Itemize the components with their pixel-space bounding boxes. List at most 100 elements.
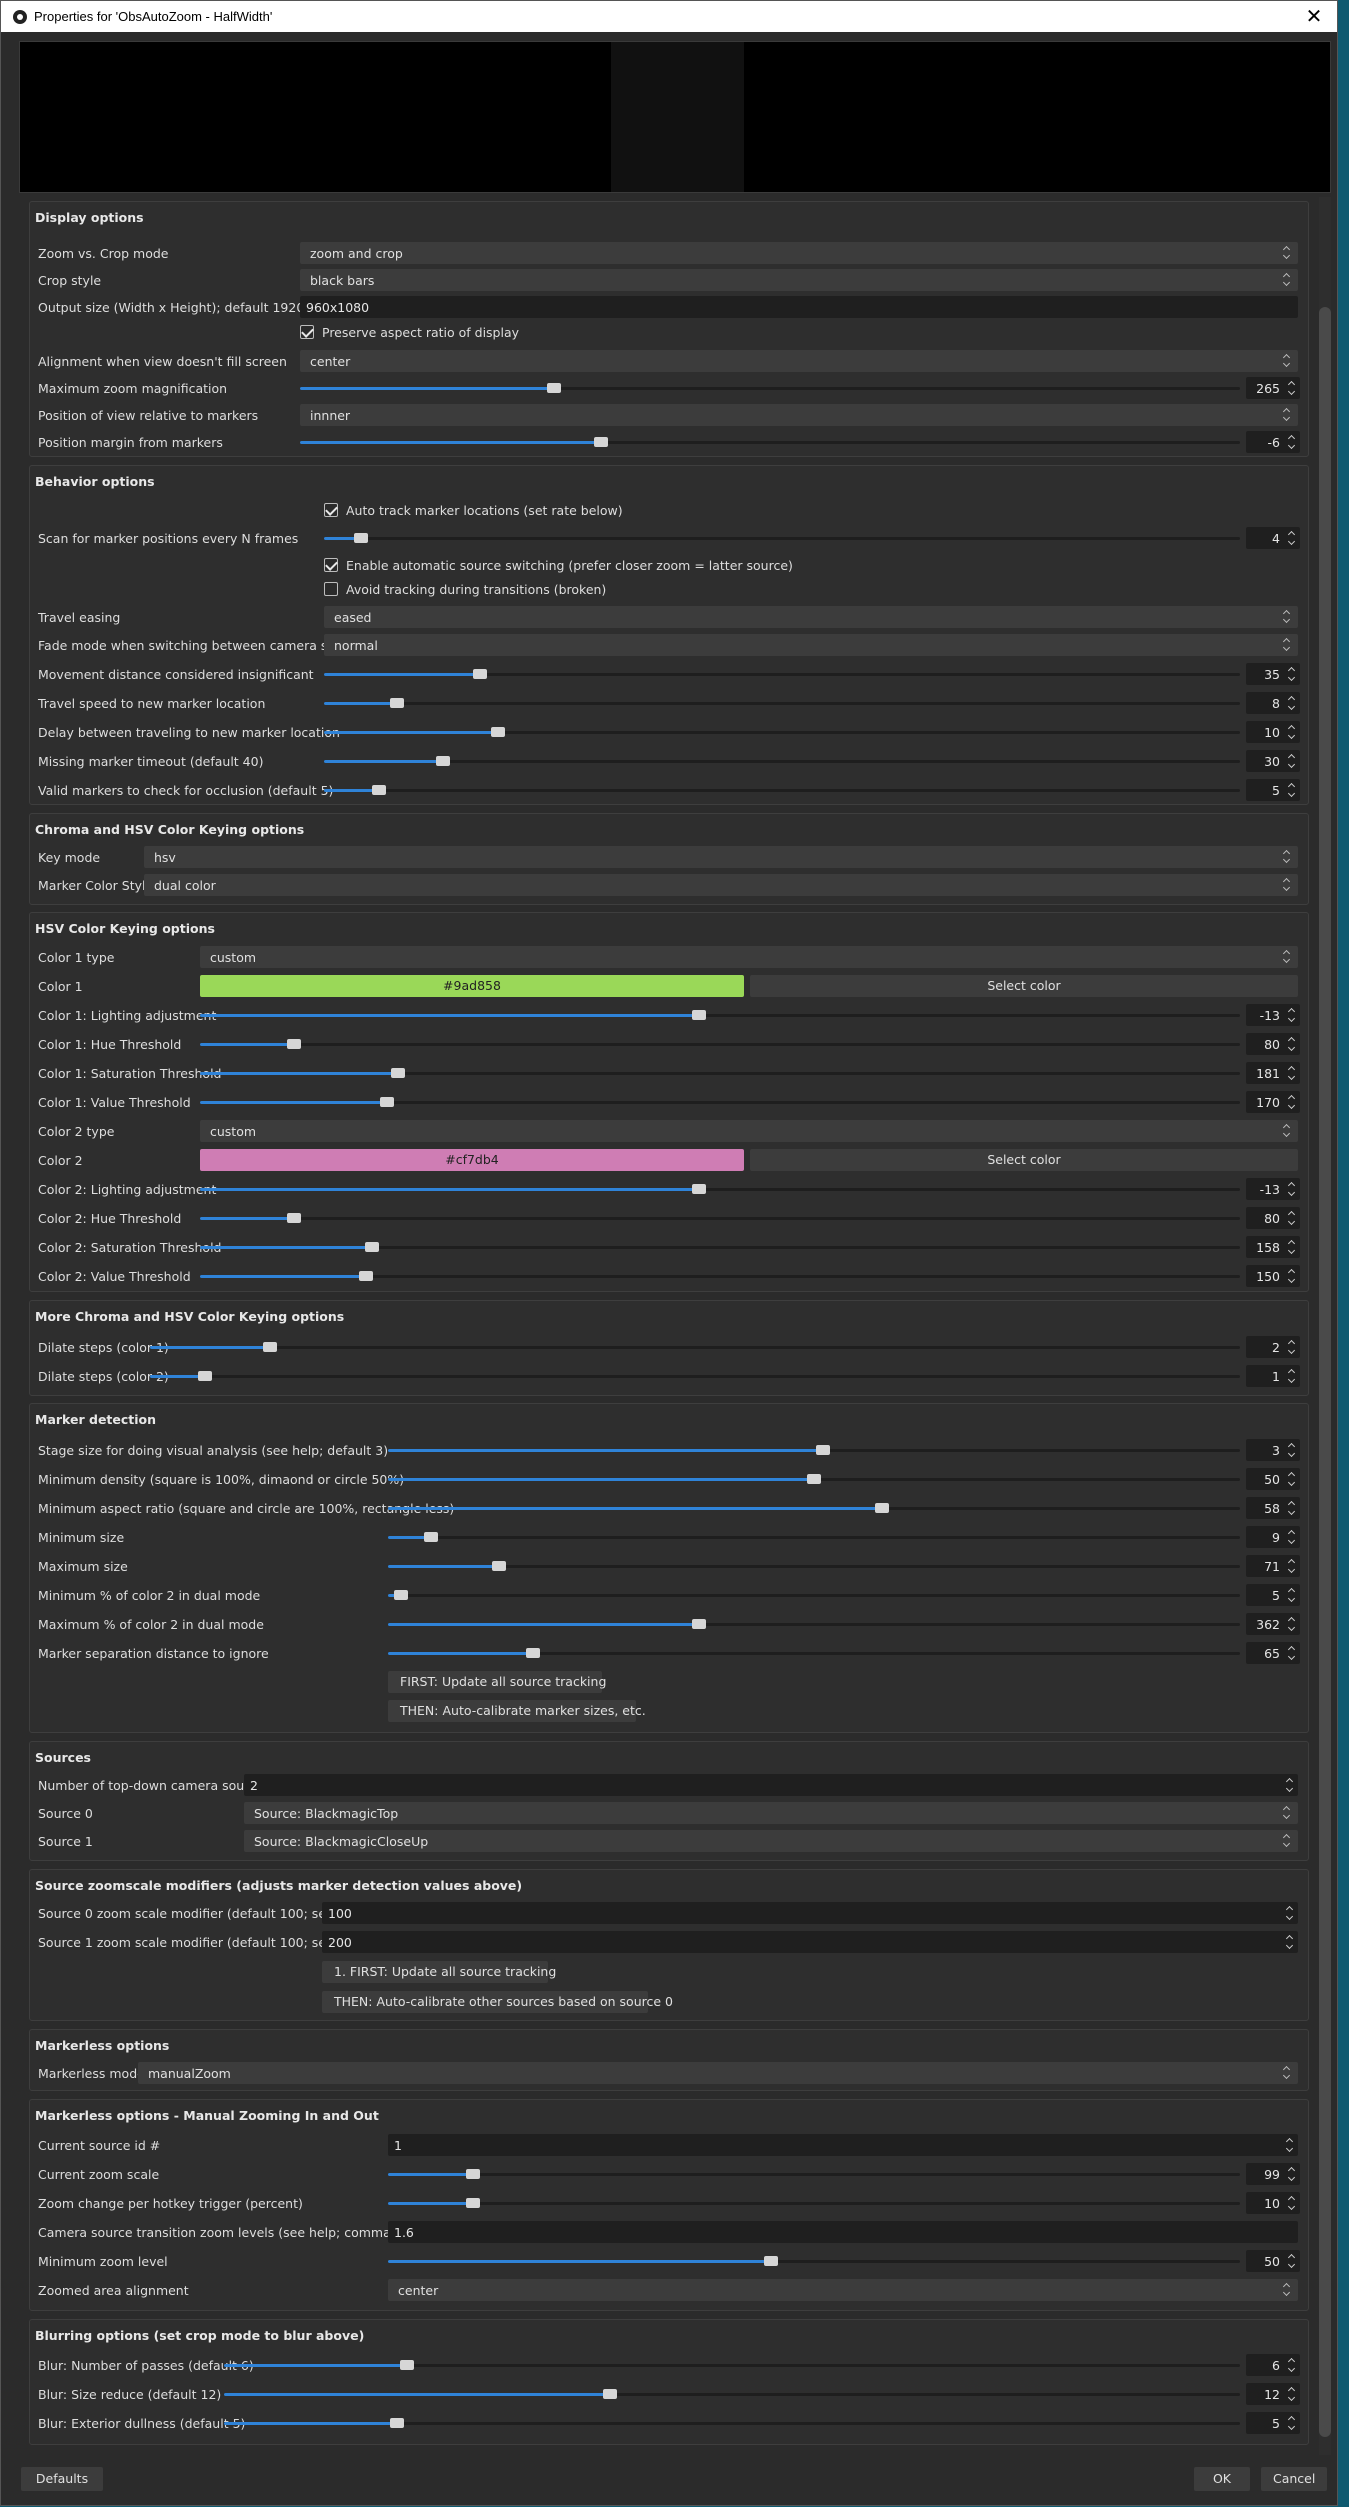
slider-handle[interactable] (359, 1271, 374, 1281)
slider-handle[interactable] (764, 2256, 779, 2266)
zoomed-alignment-select[interactable]: center (388, 2279, 1298, 2301)
travel-speed-spinbox[interactable]: 8 (1246, 692, 1300, 714)
dilate2-spinbox[interactable]: 1 (1246, 1365, 1300, 1387)
chevron-updown-icon[interactable] (1287, 2165, 1297, 2183)
slider-handle[interactable] (466, 2198, 481, 2208)
update-tracking-button[interactable]: FIRST: Update all source tracking (388, 1671, 606, 1693)
slider-handle[interactable] (466, 2169, 481, 2179)
slider-handle[interactable] (525, 1648, 540, 1658)
marker-color-style-select[interactable]: dual color (144, 874, 1298, 896)
source1-zoomscale-spinbox[interactable]: 200 (322, 1931, 1298, 1953)
max-pct-slider[interactable] (388, 1613, 1240, 1635)
slider-handle[interactable] (491, 1561, 506, 1571)
current-zoom-spinbox[interactable]: 99 (1246, 2163, 1300, 2185)
select-color2-button[interactable]: Select color (750, 1149, 1298, 1171)
slider-handle[interactable] (603, 2389, 618, 2399)
slider-handle[interactable] (692, 1184, 707, 1194)
slider-handle[interactable] (197, 1371, 212, 1381)
slider-handle[interactable] (692, 1010, 707, 1020)
chevron-updown-icon[interactable] (1287, 529, 1297, 547)
min-zoom-slider[interactable] (388, 2250, 1240, 2272)
slider-handle[interactable] (262, 1342, 277, 1352)
slider-handle[interactable] (546, 383, 561, 393)
slider-handle[interactable] (593, 437, 608, 447)
chevron-updown-icon[interactable] (1287, 1093, 1297, 1111)
chevron-updown-icon[interactable] (1287, 1499, 1297, 1517)
chevron-updown-icon[interactable] (1285, 2136, 1295, 2154)
properties-scroll-area[interactable]: Display options Zoom vs. Crop mode zoom … (19, 197, 1331, 2455)
max-zoom-spinbox[interactable]: 265 (1246, 377, 1300, 399)
checkbox-checked[interactable] (300, 325, 314, 339)
slider-handle[interactable] (436, 756, 451, 766)
slider-handle[interactable] (389, 2418, 404, 2428)
chevron-updown-icon[interactable] (1287, 1367, 1297, 1385)
max-zoom-slider[interactable] (300, 377, 1240, 399)
chevron-updown-icon[interactable] (1287, 752, 1297, 770)
defaults-button[interactable]: Defaults (21, 2467, 103, 2491)
min-pct-spinbox[interactable]: 5 (1246, 1584, 1300, 1606)
chevron-updown-icon[interactable] (1287, 1238, 1297, 1256)
chevron-updown-icon[interactable] (1287, 2414, 1297, 2432)
key-mode-select[interactable]: hsv (144, 846, 1298, 868)
slider-handle[interactable] (472, 669, 487, 679)
hotkey-zoom-slider[interactable] (388, 2192, 1240, 2214)
scrollbar-thumb[interactable] (1319, 307, 1331, 2437)
blur-reduce-slider[interactable] (224, 2383, 1240, 2405)
blur-passes-slider[interactable] (224, 2354, 1240, 2376)
chevron-updown-icon[interactable] (1287, 1557, 1297, 1575)
delay-slider[interactable] (324, 721, 1240, 743)
color2-saturation-slider[interactable] (200, 1236, 1240, 1258)
current-zoom-slider[interactable] (388, 2163, 1240, 2185)
chevron-updown-icon[interactable] (1287, 1528, 1297, 1546)
chevron-updown-icon[interactable] (1285, 1904, 1295, 1922)
chevron-updown-icon[interactable] (1287, 1644, 1297, 1662)
markerless-mode-select[interactable]: manualZoom (138, 2062, 1298, 2084)
missing-timeout-slider[interactable] (324, 750, 1240, 772)
valid-markers-spinbox[interactable]: 5 (1246, 779, 1300, 801)
blur-dullness-spinbox[interactable]: 5 (1246, 2412, 1300, 2434)
chevron-updown-icon[interactable] (1287, 1586, 1297, 1604)
chevron-updown-icon[interactable] (1287, 1338, 1297, 1356)
color1-lighting-slider[interactable] (200, 1004, 1240, 1026)
separation-slider[interactable] (388, 1642, 1240, 1664)
slider-handle[interactable] (393, 1590, 408, 1600)
num-sources-spinbox[interactable]: 2 (244, 1774, 1298, 1796)
blur-passes-spinbox[interactable]: 6 (1246, 2354, 1300, 2376)
travel-speed-slider[interactable] (324, 692, 1240, 714)
density-spinbox[interactable]: 50 (1246, 1468, 1300, 1490)
chevron-updown-icon[interactable] (1287, 2252, 1297, 2270)
margin-slider[interactable] (300, 431, 1240, 453)
color1-value-spinbox[interactable]: 170 (1246, 1091, 1300, 1113)
color1-saturation-slider[interactable] (200, 1062, 1240, 1084)
source-id-spinbox[interactable]: 1 (388, 2134, 1298, 2156)
travel-easing-select[interactable]: eased (324, 606, 1298, 628)
chevron-updown-icon[interactable] (1287, 379, 1297, 397)
update-all-tracking-button[interactable]: 1. FIRST: Update all source tracking (322, 1961, 556, 1983)
chevron-updown-icon[interactable] (1287, 433, 1297, 451)
min-zoom-spinbox[interactable]: 50 (1246, 2250, 1300, 2272)
crop-style-select[interactable]: black bars (300, 269, 1298, 291)
slider-handle[interactable] (423, 1532, 438, 1542)
min-pct-slider[interactable] (388, 1584, 1240, 1606)
color2-type-select[interactable]: custom (200, 1120, 1298, 1142)
chevron-updown-icon[interactable] (1287, 2194, 1297, 2212)
close-icon[interactable]: ✕ (1291, 1, 1337, 32)
zoom-levels-input[interactable]: 1.6 (388, 2221, 1298, 2243)
chevron-updown-icon[interactable] (1287, 1441, 1297, 1459)
blur-dullness-slider[interactable] (224, 2412, 1240, 2434)
source0-zoomscale-spinbox[interactable]: 100 (322, 1902, 1298, 1924)
slider-handle[interactable] (875, 1503, 890, 1513)
chevron-updown-icon[interactable] (1287, 1615, 1297, 1633)
color1-hue-slider[interactable] (200, 1033, 1240, 1055)
fade-mode-select[interactable]: normal (324, 634, 1298, 656)
movement-spinbox[interactable]: 35 (1246, 663, 1300, 685)
chevron-updown-icon[interactable] (1287, 723, 1297, 741)
slider-handle[interactable] (399, 2360, 414, 2370)
slider-handle[interactable] (364, 1242, 379, 1252)
calibrate-sources-button[interactable]: THEN: Auto-calibrate other sources based… (322, 1991, 673, 2013)
max-pct-spinbox[interactable]: 362 (1246, 1613, 1300, 1635)
chevron-updown-icon[interactable] (1285, 1933, 1295, 1951)
chevron-updown-icon[interactable] (1287, 665, 1297, 683)
slider-handle[interactable] (815, 1445, 830, 1455)
dilate2-slider[interactable] (150, 1365, 1240, 1387)
